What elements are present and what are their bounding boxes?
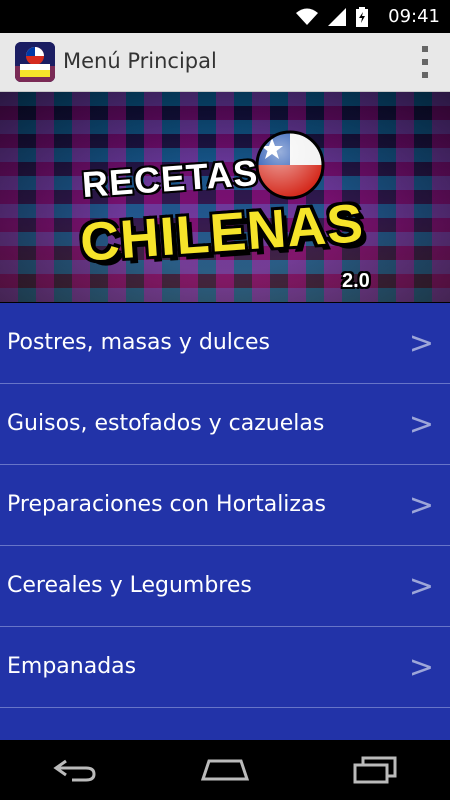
header-banner: RECETAS CHILENAS 2.0	[0, 92, 450, 302]
overflow-menu-icon[interactable]	[420, 46, 430, 78]
home-icon[interactable]	[195, 750, 255, 790]
app-logo: RECETAS CHILENAS 2.0	[70, 130, 390, 292]
action-bar: Menú Principal	[0, 33, 450, 92]
recents-icon[interactable]	[345, 750, 405, 790]
menu-list: Postres, masas y dulces > Guisos, estofa…	[0, 303, 450, 740]
page-title: Menú Principal	[63, 49, 217, 73]
menu-item-label: Empanadas	[7, 654, 137, 679]
menu-item-empanadas[interactable]: Empanadas >	[0, 627, 450, 708]
app-logo-icon[interactable]	[15, 42, 55, 82]
signal-icon	[328, 8, 346, 26]
logo-version: 2.0	[342, 270, 370, 292]
chevron-right-icon: >	[408, 650, 434, 685]
logo-text-recetas: RECETAS	[80, 151, 260, 206]
menu-item-label: Cereales y Legumbres	[7, 573, 252, 598]
chevron-right-icon: >	[408, 569, 434, 604]
menu-item-cereales[interactable]: Cereales y Legumbres >	[0, 546, 450, 627]
menu-item-postres[interactable]: Postres, masas y dulces >	[0, 303, 450, 384]
menu-item-label: Postres, masas y dulces	[7, 330, 271, 355]
logo-text-chilenas: CHILENAS	[78, 193, 366, 273]
chevron-right-icon: >	[409, 731, 434, 740]
status-icons	[296, 7, 368, 27]
menu-item-partial[interactable]: >	[0, 708, 450, 740]
menu-item-guisos[interactable]: Guisos, estofados y cazuelas >	[0, 384, 450, 465]
menu-item-label: Preparaciones con Hortalizas	[7, 492, 326, 517]
chevron-right-icon: >	[408, 407, 434, 442]
back-icon[interactable]	[45, 750, 105, 790]
menu-item-hortalizas[interactable]: Preparaciones con Hortalizas >	[0, 465, 450, 546]
chevron-right-icon: >	[408, 488, 434, 523]
status-bar: 09:41	[0, 0, 450, 33]
clock: 09:41	[388, 6, 440, 27]
wifi-icon	[296, 8, 318, 25]
chile-flag-ball-icon	[255, 130, 325, 200]
chevron-right-icon: >	[408, 326, 434, 361]
system-nav-bar	[0, 740, 450, 800]
menu-item-label: Guisos, estofados y cazuelas	[7, 411, 325, 436]
battery-icon	[356, 7, 368, 27]
